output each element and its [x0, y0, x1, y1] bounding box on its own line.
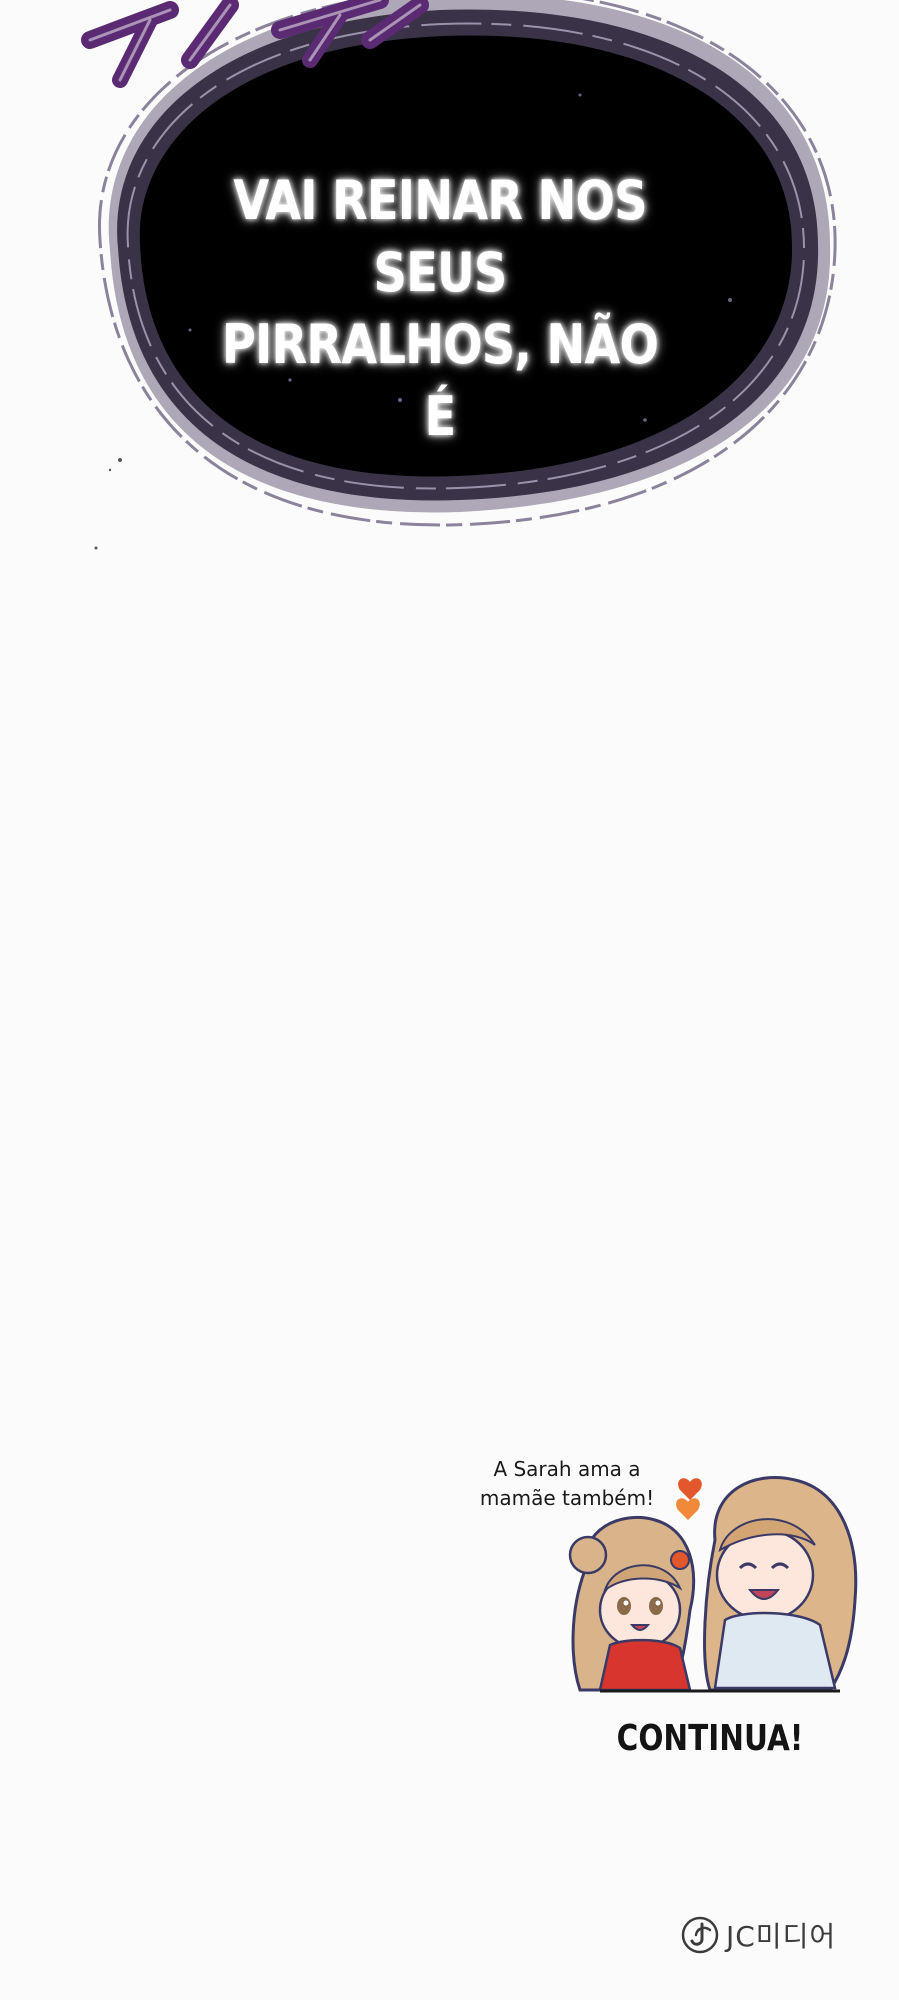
publisher-credit: JC미디어 [680, 1913, 836, 1957]
chibi-illustration [568, 1476, 858, 1693]
sfx-brush-strokes [81, 0, 429, 88]
jc-media-logo-icon [681, 1916, 719, 1954]
continua-label: CONTINUA! [616, 1718, 804, 1759]
comic-panel: VAI REINAR NOS SEUS PIRRALHOS, NÃO É A S… [0, 0, 899, 2000]
heart-icon [678, 1478, 702, 1500]
speech-line-2: PIRRALHOS, NÃO É [221, 313, 659, 448]
speech-line-1: VAI REINAR NOS SEUS [233, 169, 647, 304]
speech-blob-text: VAI REINAR NOS SEUS PIRRALHOS, NÃO É [199, 165, 681, 453]
publisher-name: JC미디어 [726, 1920, 837, 1953]
heart-icon [676, 1498, 700, 1520]
